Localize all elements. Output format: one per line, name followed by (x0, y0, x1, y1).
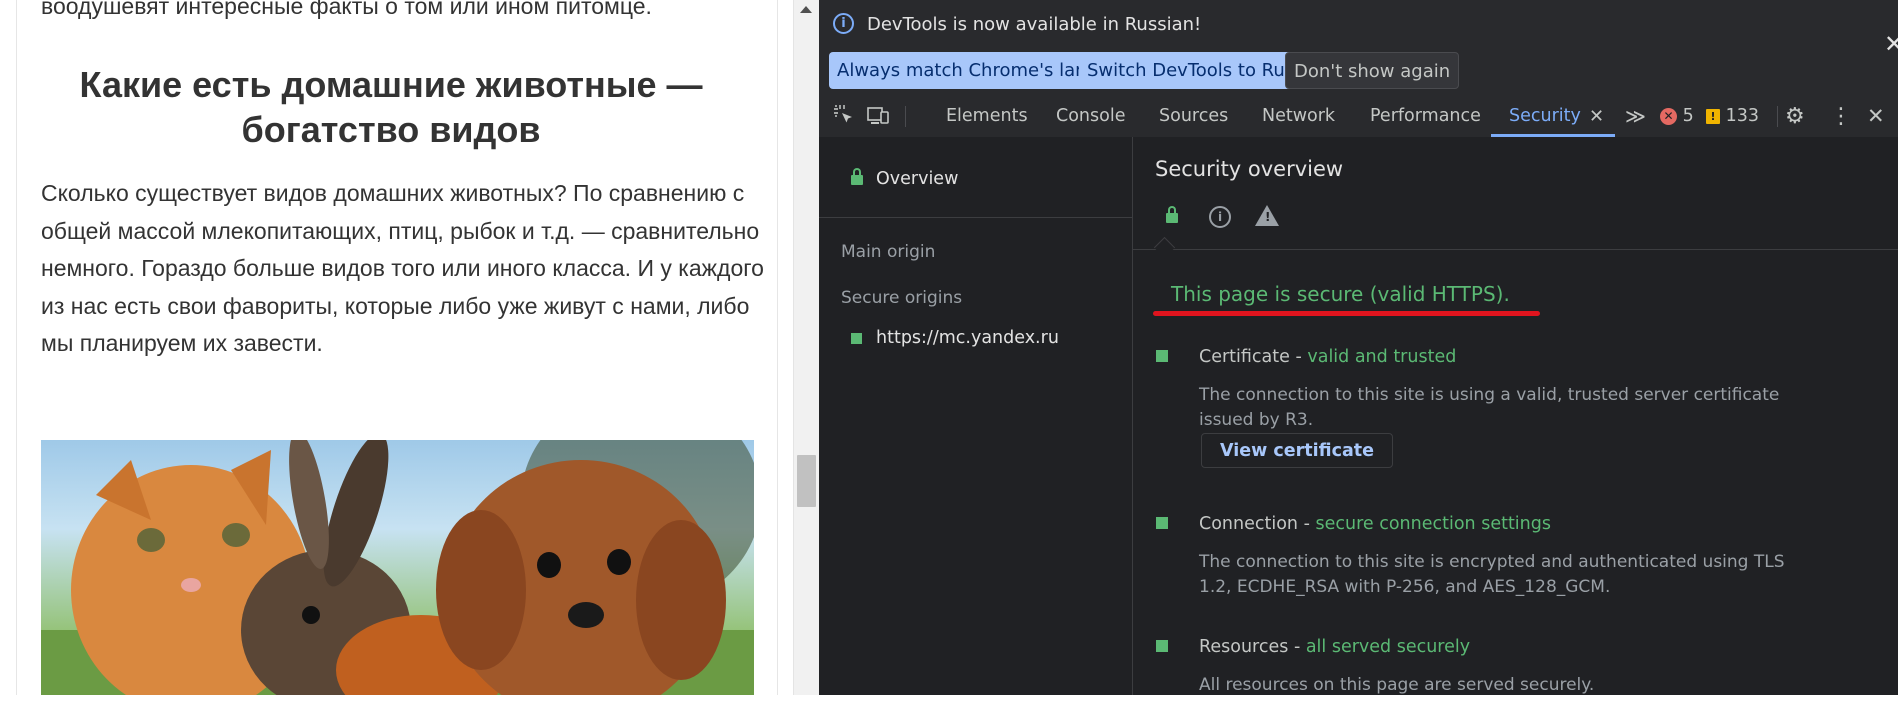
tab-sources[interactable]: Sources (1159, 96, 1228, 137)
more-options-icon[interactable]: ⋮ (1830, 96, 1852, 137)
sidebar-main-origin[interactable]: Main origin (841, 242, 935, 262)
tab-network[interactable]: Network (1262, 96, 1335, 137)
pets-photo (41, 440, 754, 695)
security-overview-title: Security overview (1155, 157, 1344, 181)
page-scrollbar[interactable] (793, 0, 819, 695)
lock-icon (851, 168, 863, 185)
error-count: 5 (1682, 106, 1694, 126)
article-heading-line1: Какие есть домашние животные — (79, 64, 703, 105)
sidebar-overview-label: Overview (876, 169, 959, 189)
neutral-info-icon: i (1209, 206, 1231, 228)
error-counter[interactable]: ✕ 5 (1660, 96, 1694, 137)
view-certificate-button[interactable]: View certificate (1201, 433, 1393, 468)
infobar-message: DevTools is now available in Russian! (867, 14, 1202, 35)
warning-icon: ! (1706, 108, 1720, 124)
certificate-status-icon (1156, 350, 1168, 362)
scroll-thumb[interactable] (797, 455, 816, 507)
article-heading-line2: богатство видов (241, 109, 541, 150)
connection-separator: - (1298, 514, 1316, 534)
certificate-label: Certificate (1199, 347, 1290, 367)
sidebar-secure-origins: Secure origins (841, 288, 963, 308)
bottom-gutter (0, 695, 819, 725)
security-sidebar: Overview Main origin Secure origins http… (819, 137, 1133, 695)
resources-title: Resources - all served securely (1199, 637, 1470, 657)
settings-gear-icon[interactable]: ⚙ (1785, 96, 1805, 137)
secure-origin-indicator-icon (851, 333, 862, 344)
resources-description: All resources on this page are served se… (1199, 675, 1595, 695)
device-toolbar-icon[interactable] (865, 103, 891, 129)
warning-count: 133 (1725, 106, 1759, 126)
sidebar-origin-url[interactable]: https://mc.yandex.ru (876, 328, 1059, 348)
resources-status: all served securely (1305, 637, 1471, 657)
resources-label: Resources (1199, 637, 1289, 657)
resources-status-icon (1156, 640, 1168, 652)
tab-elements[interactable]: Elements (946, 96, 1028, 137)
connection-description: The connection to this site is encrypted… (1199, 552, 1785, 597)
connection-status-icon (1156, 517, 1168, 529)
resources-separator: - (1288, 637, 1306, 657)
more-tabs-icon[interactable]: ≫ (1625, 96, 1646, 137)
close-devtools-icon[interactable]: ✕ (1867, 96, 1885, 137)
scroll-up-arrow-icon[interactable] (800, 6, 812, 13)
warning-counter[interactable]: ! 133 (1706, 96, 1759, 137)
info-icon: i (833, 13, 854, 34)
devtools-tabbar: Elements Console Sources Network Perform… (819, 96, 1898, 138)
tab-security-close-icon[interactable]: ✕ (1589, 96, 1604, 137)
pets-photo-illustration (41, 440, 754, 695)
connection-label: Connection (1199, 514, 1299, 534)
security-state-header: Security overview i ! (1133, 137, 1898, 259)
certificate-status: valid and trusted (1307, 347, 1457, 367)
dont-show-again-button[interactable]: Don't show again (1285, 52, 1460, 89)
tab-performance[interactable]: Performance (1370, 96, 1481, 137)
tab-console[interactable]: Console (1056, 96, 1125, 137)
secure-summary-text: This page is secure (valid HTTPS). (1171, 282, 1510, 306)
connection-title: Connection - secure connection settings (1199, 514, 1551, 534)
sidebar-item-overview[interactable]: Overview (819, 137, 1132, 218)
devtools-panel: i DevTools is now available in Russian! … (819, 0, 1898, 695)
security-overview-panel: Security overview i ! This page is secur… (1133, 137, 1898, 695)
connection-status: secure connection settings (1315, 514, 1551, 534)
insecure-warning-icon: ! (1255, 205, 1279, 226)
article-lead-fragment: воодушевят интересные факты о том или ин… (41, 0, 652, 19)
web-page: воодушевят интересные факты о том или ин… (0, 0, 793, 725)
language-infobar: i DevTools is now available in Russian! … (819, 0, 1898, 96)
certificate-title: Certificate - valid and trusted (1199, 347, 1456, 367)
certificate-separator: - (1289, 347, 1308, 367)
certificate-description: The connection to this site is using a v… (1199, 385, 1780, 430)
tab-separator (1777, 106, 1778, 127)
infobar-close-icon[interactable]: ✕ (1884, 30, 1898, 58)
article-heading: Какие есть домашние животные — богатство… (41, 62, 741, 152)
selected-state-notch (1153, 236, 1176, 259)
tab-security[interactable]: Security (1509, 96, 1581, 137)
error-icon: ✕ (1660, 107, 1677, 125)
annotation-red-underline (1153, 311, 1540, 316)
article-paragraph: Сколько существует видов домашних животн… (41, 180, 764, 356)
inspect-element-icon[interactable] (831, 103, 857, 129)
tab-separator (905, 106, 906, 127)
secure-lock-icon (1166, 206, 1178, 223)
article: воодушевят интересные факты о том или ин… (16, 0, 778, 695)
